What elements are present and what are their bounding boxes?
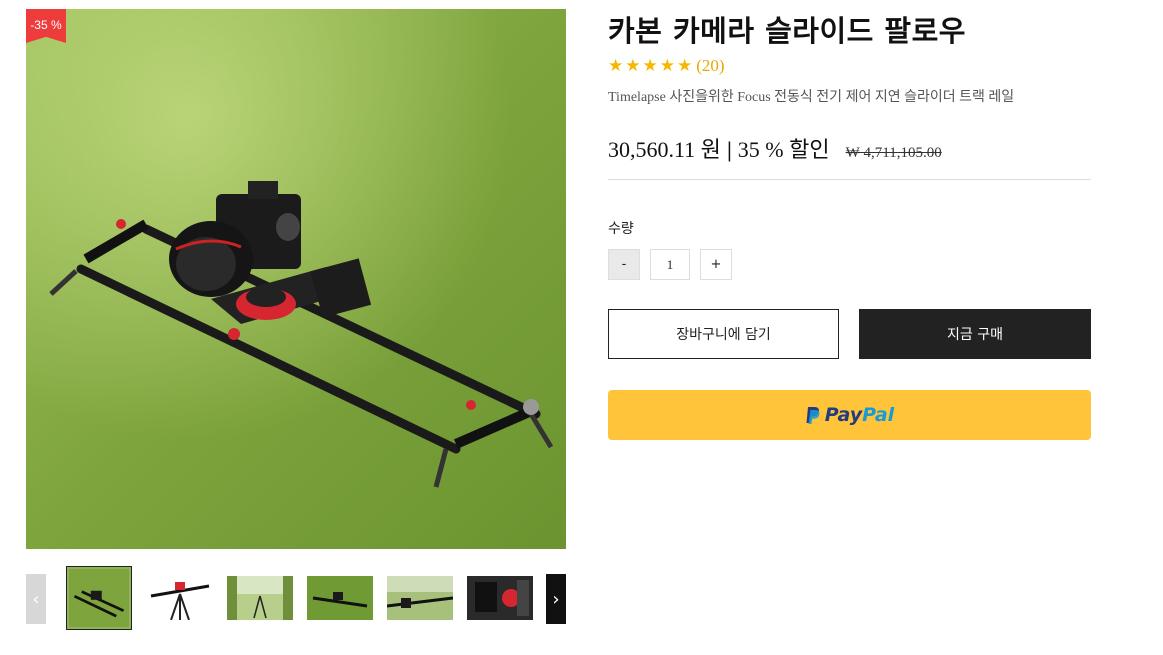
quantity-input[interactable] [650,249,690,280]
product-title: 카본 카메라 슬라이드 팔로우 [608,14,966,48]
thumbnail-image [467,576,533,620]
star-rating-icon: ★★★★★ [608,56,695,76]
thumbnail-5[interactable] [387,576,453,620]
thumbnail-2[interactable] [147,576,213,620]
thumbnail-strip: ‹ › [26,566,566,634]
quantity-label: 수량 [608,221,634,237]
product-rating[interactable]: ★★★★★ (20) [608,56,725,76]
thumbnail-image [307,576,373,620]
thumbnail-image [387,576,453,620]
original-price: ₩ 4,711,105.00 [845,145,942,161]
review-count[interactable]: (20) [696,56,724,76]
divider [608,179,1091,180]
paypal-pay-text: Pay [824,404,863,426]
chevron-left-icon: ‹ [32,588,40,610]
thumbnail-4[interactable] [307,576,373,620]
discount-percent: 35 % 할인 [737,137,830,162]
sale-price: 30,560.11 원 [608,137,721,162]
quantity-increase-button[interactable]: + [700,249,732,280]
price-row: 30,560.11 원 | 35 % 할인 ₩ 4,711,105.00 [608,132,942,164]
paypal-logo-icon [806,406,820,424]
paypal-wordmark: PayPal [825,404,894,426]
quantity-decrease-button[interactable]: - [608,249,640,280]
paypal-button[interactable]: PayPal [608,390,1091,440]
thumbnail-prev-button[interactable]: ‹ [26,574,46,624]
paypal-pal-text: Pal [862,404,895,426]
buy-now-button[interactable]: 지금 구매 [859,309,1091,359]
chevron-right-icon: › [552,588,560,610]
thumbnail-1[interactable] [66,566,132,630]
main-product-image[interactable] [26,9,566,549]
thumbnail-image [147,576,213,620]
thumbnail-next-button[interactable]: › [546,574,566,624]
price-separator: | [726,137,732,162]
thumbnail-6[interactable] [467,576,533,620]
camera-slider-photo [26,9,566,549]
thumbnail-image [227,576,293,620]
thumbnail-3[interactable] [227,576,293,620]
thumbnail-image [69,569,129,627]
product-subtitle: Timelapse 사진을위한 Focus 전동식 전기 제어 지연 슬라이더 … [608,90,1015,105]
add-to-cart-button[interactable]: 장바구니에 담기 [608,309,839,359]
